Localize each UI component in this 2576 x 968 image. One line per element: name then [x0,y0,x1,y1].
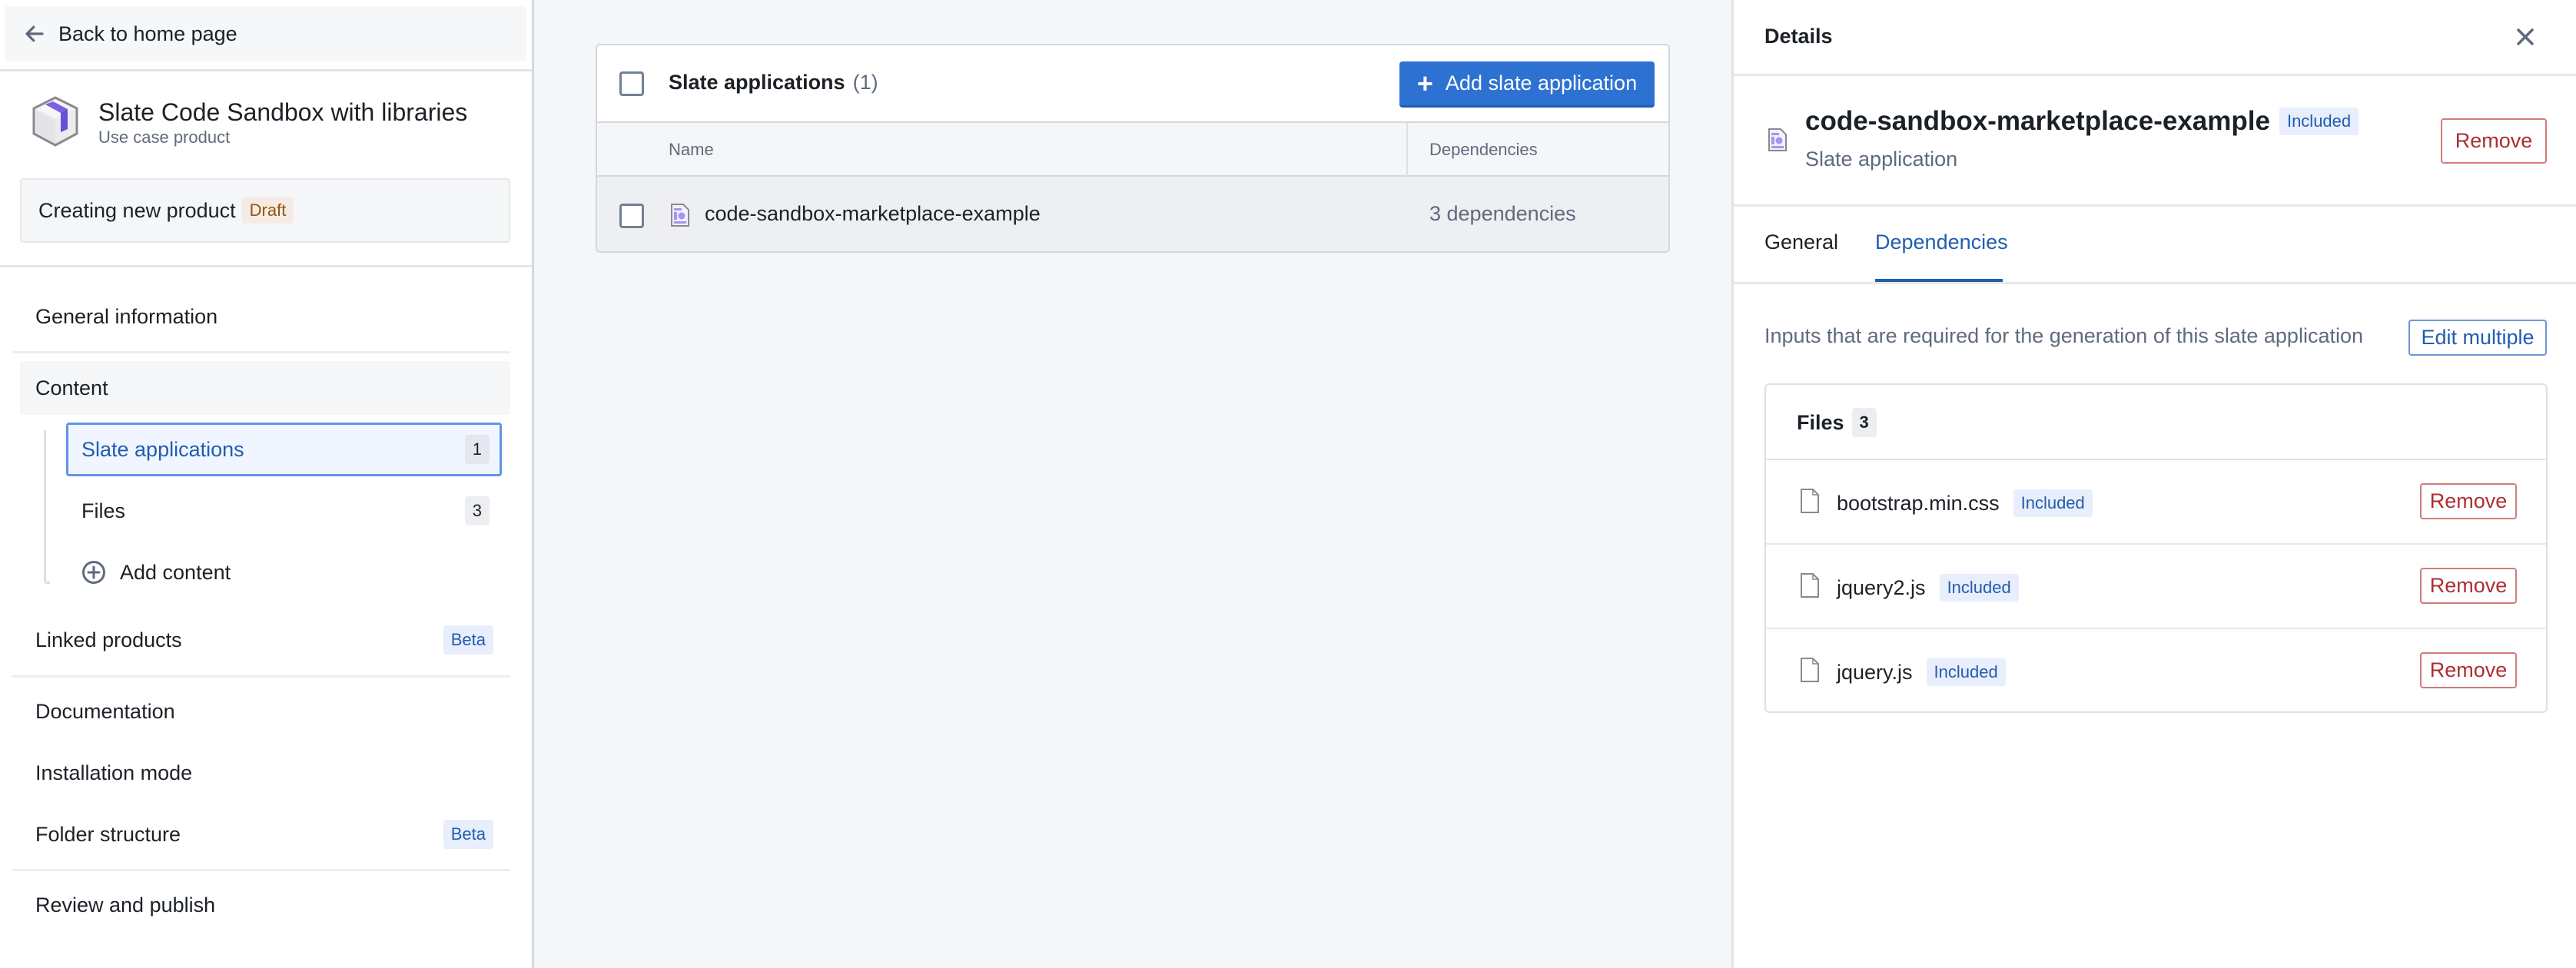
column-header-dependencies[interactable]: Dependencies [1429,140,1538,160]
nav-label: Folder structure [35,822,181,846]
files-card: Files 3 bootstrap.min.css Included Remov… [1764,383,2548,713]
row-checkbox[interactable] [619,204,644,228]
product-header: Slate Code Sandbox with libraries Use ca… [28,94,467,149]
file-icon [1801,573,1819,598]
draft-badge: Draft [241,197,294,224]
details-panel: Details code-sandbox-marketplace-example… [1731,0,2576,968]
nav-divider [12,675,510,678]
file-row: bootstrap.min.css Included Remove [1766,460,2546,545]
file-name: bootstrap.min.css Included [1837,489,2093,517]
sidebar: Back to home page Slate Code Sandbox wit… [0,0,534,968]
files-count-badge: 3 [1851,408,1877,437]
back-to-home-button[interactable]: Back to home page [5,6,526,61]
sidebar-divider [0,69,532,71]
table-header: Slate applications (1) + Add slate applic… [597,45,1668,123]
edit-multiple-button[interactable]: Edit multiple [2408,320,2547,356]
remove-file-button[interactable]: Remove [2420,568,2517,604]
files-header: Files 3 [1766,385,2546,460]
count-badge: 3 [464,496,490,525]
add-button-label: Add slate application [1445,71,1638,94]
file-name-text: jquery2.js [1837,575,1926,599]
files-title-text: Files [1797,410,1844,434]
tree-connector [44,430,50,584]
row-name: code-sandbox-marketplace-example [705,202,1041,225]
plus-icon: + [1416,67,1433,99]
item-name-text: code-sandbox-marketplace-example [1805,106,2270,136]
nav-label: Slate applications [81,437,244,461]
details-divider [1734,204,2576,207]
sidebar-item-folder-structure[interactable]: Folder structure Beta [20,807,510,861]
product-status: Creating new product Draft [20,178,510,243]
add-slate-application-button[interactable]: + Add slate application [1399,61,1655,108]
close-icon[interactable] [2514,25,2537,48]
included-badge: Included [1926,658,2006,686]
file-name: jquery.js Included [1837,658,2006,686]
details-item-name: code-sandbox-marketplace-example Include… [1805,106,2359,137]
nav-label: Documentation [35,699,175,723]
file-name-text: jquery.js [1837,660,1913,684]
arrow-left-icon [25,25,44,42]
sidebar-item-general-information[interactable]: General information [20,290,510,343]
nav-label: Files [81,499,126,522]
sidebar-item-content[interactable]: Content [20,361,510,415]
slate-applications-table: Slate applications (1) + Add slate applic… [596,44,1670,253]
file-row: jquery2.js Included Remove [1766,545,2546,629]
nav-label: General information [35,304,218,328]
nav-divider [12,351,510,353]
beta-badge: Beta [443,625,493,655]
table-count: (1) [852,71,878,94]
column-header-name[interactable]: Name [669,140,714,160]
sidebar-item-files[interactable]: Files 3 [66,484,502,538]
nav-label: Review and publish [35,893,216,917]
dependencies-description: Inputs that are required for the generat… [1764,324,2363,347]
sidebar-item-linked-products[interactable]: Linked products Beta [20,613,510,667]
tab-dependencies[interactable]: Dependencies [1875,230,2008,254]
file-name: jquery2.js Included [1837,574,2019,602]
nav-label: Installation mode [35,761,193,784]
nav-label: Add content [120,560,231,584]
row-dependencies: 3 dependencies [1429,202,1576,225]
nav-divider [12,869,510,871]
file-icon [1801,489,1819,513]
table-title-text: Slate applications [669,71,845,94]
details-divider [1734,74,2576,76]
sidebar-item-installation-mode[interactable]: Installation mode [20,746,510,800]
sidebar-item-documentation[interactable]: Documentation [20,685,510,738]
details-item-type: Slate application [1805,148,1958,171]
table-title: Slate applications (1) [669,71,878,94]
files-title: Files 3 [1797,408,1877,437]
sidebar-divider [0,265,532,267]
included-badge: Included [2013,489,2093,517]
add-content-button[interactable]: Add content [66,545,502,599]
product-title: Slate Code Sandbox with libraries [98,98,468,126]
count-badge: 1 [464,435,490,464]
remove-file-button[interactable]: Remove [2420,652,2517,688]
file-icon [1801,658,1819,682]
column-divider [1406,123,1408,177]
product-cube-icon [32,96,78,147]
tabs-divider [1734,282,2576,284]
details-header: Details [1764,25,1833,48]
file-name-text: bootstrap.min.css [1837,491,2000,515]
beta-badge: Beta [443,820,493,849]
add-circle-icon [82,561,105,584]
nav-label: Linked products [35,628,182,651]
remove-slate-app-button[interactable]: Remove [2441,118,2547,164]
sidebar-item-review-and-publish[interactable]: Review and publish [20,878,510,932]
slate-application-icon [1768,128,1787,151]
tab-general[interactable]: General [1764,230,1838,254]
select-all-checkbox[interactable] [619,71,644,96]
back-to-home-label: Back to home page [58,22,237,45]
included-badge: Included [2279,108,2359,135]
status-text: Creating new product [38,198,236,222]
sidebar-item-slate-applications[interactable]: Slate applications 1 [66,423,502,476]
remove-file-button[interactable]: Remove [2420,483,2517,519]
slate-application-icon [671,204,689,227]
nav-label: Content [35,376,108,399]
included-badge: Included [1939,574,2019,602]
file-row: jquery.js Included Remove [1766,629,2546,714]
table-row[interactable]: code-sandbox-marketplace-example 3 depen… [597,177,1668,251]
product-subtitle: Use case product [98,128,231,147]
column-headers: Name Dependencies [597,123,1668,177]
